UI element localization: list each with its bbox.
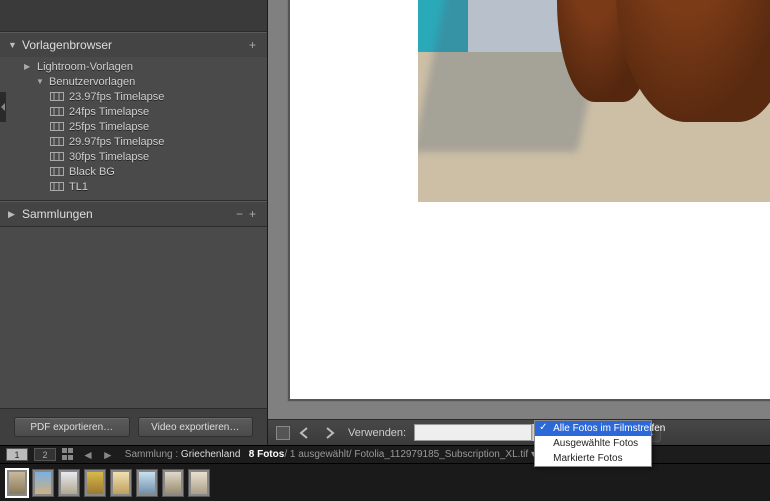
remove-collection-button[interactable]: −: [233, 207, 246, 221]
template-label: 25fps Timelapse: [69, 121, 149, 133]
prev-arrow-button[interactable]: [296, 424, 314, 442]
template-label: 29.97fps Timelapse: [69, 136, 164, 148]
panel-templates: ▼ Vorlagenbrowser + ▶ Lightroom-Vorlagen…: [0, 32, 267, 201]
info-bar: 1 2 ◄ ► Sammlung : Griechenland 8 Fotos/…: [0, 445, 770, 463]
left-edge-handle[interactable]: [0, 92, 6, 122]
template-icon: [50, 182, 64, 191]
next-arrow-button[interactable]: [320, 424, 338, 442]
template-label: 30fps Timelapse: [69, 151, 149, 163]
filmstrip-thumb[interactable]: [58, 469, 80, 497]
add-collection-button[interactable]: +: [246, 207, 259, 221]
template-icon: [50, 107, 64, 116]
filmstrip-thumb[interactable]: [188, 469, 210, 497]
template-icon: [50, 152, 64, 161]
template-item[interactable]: 23.97fps Timelapse: [0, 89, 267, 104]
template-item[interactable]: 25fps Timelapse: [0, 119, 267, 134]
template-item[interactable]: 29.97fps Timelapse: [0, 134, 267, 149]
template-icon: [50, 92, 64, 101]
filmstrip-thumb[interactable]: [136, 469, 158, 497]
preview-canvas[interactable]: [268, 0, 770, 419]
chevron-down-icon: ▼: [36, 77, 46, 86]
template-item[interactable]: TL1: [0, 179, 267, 194]
folder-label: Lightroom-Vorlagen: [37, 61, 133, 73]
filmstrip-thumb[interactable]: [32, 469, 54, 497]
export-pdf-button[interactable]: PDF exportieren…: [14, 417, 130, 437]
template-item[interactable]: 30fps Timelapse: [0, 149, 267, 164]
use-label: Verwenden:: [348, 427, 406, 439]
breadcrumb[interactable]: Sammlung : Griechenland 8 Fotos/ 1 ausge…: [125, 449, 536, 460]
filmstrip-thumb[interactable]: [84, 469, 106, 497]
folder-label: Benutzervorlagen: [49, 76, 135, 88]
page-preview: [288, 0, 770, 401]
breadcrumb-prefix: Sammlung :: [125, 449, 181, 460]
chevron-down-icon: ▼: [8, 40, 18, 50]
panel-header-collections[interactable]: ▶ Sammlungen − +: [0, 202, 267, 226]
template-label: TL1: [69, 181, 88, 193]
folder-user-templates[interactable]: ▼ Benutzervorlagen: [0, 74, 267, 89]
dropdown-option[interactable]: Markierte Fotos: [535, 451, 651, 466]
template-item[interactable]: 24fps Timelapse: [0, 104, 267, 119]
collection-name: Griechenland: [181, 449, 240, 460]
folder-lightroom-templates[interactable]: ▶ Lightroom-Vorlagen: [0, 59, 267, 74]
photo-preview: [418, 0, 770, 202]
chevron-right-icon: ▶: [8, 209, 18, 220]
left-panel-top-spacer: [0, 0, 267, 32]
nav-prev-icon[interactable]: ◄: [81, 448, 95, 462]
template-label: 23.97fps Timelapse: [69, 91, 164, 103]
template-icon: [50, 137, 64, 146]
use-dropdown[interactable]: [414, 424, 532, 441]
panel-title: Vorlagenbrowser: [22, 38, 246, 52]
window-2-button[interactable]: 2: [34, 448, 56, 461]
panel-collections: ▶ Sammlungen − +: [0, 201, 267, 227]
photo-count: 8 Fotos: [249, 449, 285, 460]
selection-info: / 1 ausgewählt/ Fotolia_112979185_Subscr…: [284, 449, 528, 460]
stop-square-button[interactable]: [276, 426, 290, 440]
template-icon: [50, 167, 64, 176]
template-tree: ▶ Lightroom-Vorlagen ▼ Benutzervorlagen …: [0, 57, 267, 200]
template-item[interactable]: Black BG: [0, 164, 267, 179]
filmstrip-thumb[interactable]: [162, 469, 184, 497]
grid-view-icon[interactable]: [62, 448, 75, 461]
canvas-toolbar: Verwenden: Alle Fotos im Filmstreifen Au…: [268, 419, 770, 445]
canvas-area: Verwenden: Alle Fotos im Filmstreifen Au…: [268, 0, 770, 445]
left-panel: ▼ Vorlagenbrowser + ▶ Lightroom-Vorlagen…: [0, 0, 268, 445]
template-label: Black BG: [69, 166, 115, 178]
template-icon: [50, 122, 64, 131]
filmstrip-thumb[interactable]: [6, 469, 28, 497]
add-template-button[interactable]: +: [246, 38, 259, 52]
filmstrip: [0, 463, 770, 501]
nav-next-icon[interactable]: ►: [101, 448, 115, 462]
export-video-button[interactable]: Video exportieren…: [138, 417, 254, 437]
window-1-button[interactable]: 1: [6, 448, 28, 461]
template-label: 24fps Timelapse: [69, 106, 149, 118]
panel-header-templates[interactable]: ▼ Vorlagenbrowser +: [0, 33, 267, 57]
use-dropdown-menu: Alle Fotos im Filmstreifen Ausgewählte F…: [534, 420, 652, 467]
export-buttons: PDF exportieren… Video exportieren…: [0, 408, 267, 445]
filmstrip-thumb[interactable]: [110, 469, 132, 497]
dropdown-option[interactable]: Alle Fotos im Filmstreifen: [535, 421, 651, 436]
panel-title: Sammlungen: [22, 207, 233, 221]
dropdown-option[interactable]: Ausgewählte Fotos: [535, 436, 651, 451]
chevron-right-icon: ▶: [24, 62, 34, 71]
